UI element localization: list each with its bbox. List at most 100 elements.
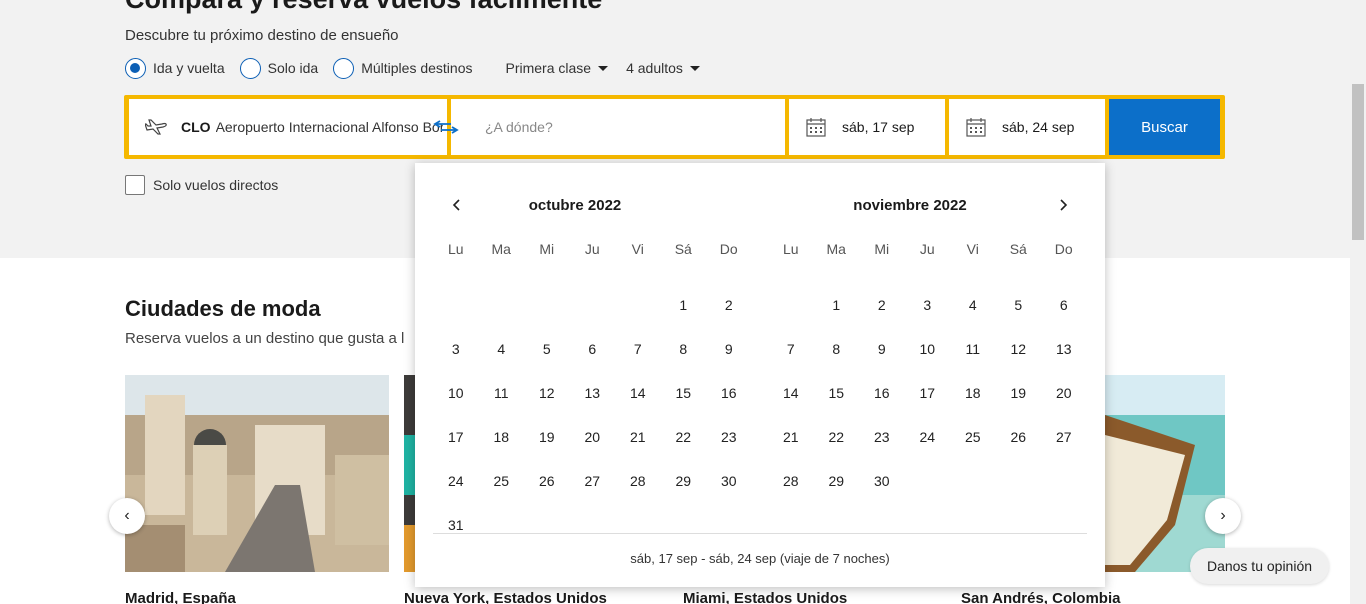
passengers-dropdown[interactable]: 4 adultos — [626, 60, 700, 76]
calendar-day[interactable]: 4 — [950, 283, 996, 327]
radio-label: Ida y vuelta — [153, 60, 225, 76]
calendar-icon — [966, 118, 986, 137]
feedback-button[interactable]: Danos tu opinión — [1190, 548, 1329, 584]
calendar-day[interactable]: 24 — [905, 415, 951, 459]
calendar-day[interactable]: 22 — [814, 415, 860, 459]
destination-field[interactable]: ¿A dónde? — [451, 99, 785, 155]
calendar-day[interactable]: 31 — [433, 503, 479, 547]
calendar-day[interactable]: 5 — [996, 283, 1042, 327]
trip-summary: sáb, 17 sep - sáb, 24 sep (viaje de 7 no… — [630, 551, 890, 566]
calendar-day[interactable]: 27 — [1041, 415, 1087, 459]
carousel-next-button[interactable]: › — [1205, 498, 1241, 534]
calendar-day[interactable]: 1 — [814, 283, 860, 327]
direct-flights-checkbox[interactable] — [125, 175, 145, 195]
calendar-day[interactable]: 21 — [615, 415, 661, 459]
calendar-day[interactable]: 11 — [479, 371, 525, 415]
radio-one-way[interactable]: Solo ida — [239, 57, 319, 79]
calendar-day[interactable]: 6 — [570, 327, 616, 371]
city-label[interactable]: Madrid, España — [125, 590, 236, 604]
city-label[interactable]: Miami, Estados Unidos — [683, 590, 847, 604]
depart-date-field[interactable]: sáb, 17 sep — [789, 99, 945, 155]
calendar-day[interactable]: 17 — [905, 371, 951, 415]
calendar-day[interactable]: 8 — [661, 327, 707, 371]
weekday-label: Do — [1054, 241, 1073, 257]
calendar-day[interactable]: 9 — [859, 327, 905, 371]
calendar-day[interactable]: 14 — [768, 371, 814, 415]
calendar-day[interactable]: 23 — [859, 415, 905, 459]
scrollbar[interactable] — [1350, 0, 1366, 604]
calendar-day[interactable]: 22 — [661, 415, 707, 459]
calendar-day[interactable]: 28 — [615, 459, 661, 503]
calendar-day[interactable]: 29 — [814, 459, 860, 503]
calendar-day[interactable]: 1 — [661, 283, 707, 327]
radio-multi-city[interactable]: Múltiples destinos — [333, 57, 472, 79]
calendar-day[interactable]: 9 — [706, 327, 752, 371]
city-card-sanandres[interactable] — [1105, 375, 1225, 572]
calendar-day[interactable]: 28 — [768, 459, 814, 503]
swap-icon[interactable] — [433, 117, 459, 137]
direct-flights-option[interactable]: Solo vuelos directos — [125, 175, 278, 195]
calendar-day[interactable]: 17 — [433, 415, 479, 459]
calendar-day[interactable]: 14 — [615, 371, 661, 415]
calendar-day[interactable]: 15 — [661, 371, 707, 415]
carousel-prev-button[interactable]: ‹ — [109, 498, 145, 534]
calendar-day[interactable]: 12 — [524, 371, 570, 415]
calendar-day[interactable]: 11 — [950, 327, 996, 371]
calendar-day[interactable]: 30 — [706, 459, 752, 503]
origin-field[interactable]: CLO Aeropuerto Internacional Alfonso Bon… — [129, 99, 447, 155]
city-label[interactable]: San Andrés, Colombia — [961, 590, 1120, 604]
calendar-day[interactable]: 4 — [479, 327, 525, 371]
calendar-day[interactable]: 18 — [950, 371, 996, 415]
calendar-day[interactable]: 3 — [905, 283, 951, 327]
calendar-day[interactable]: 27 — [570, 459, 616, 503]
scrollbar-thumb[interactable] — [1352, 84, 1364, 240]
calendar-day[interactable]: 30 — [859, 459, 905, 503]
calendar-day[interactable]: 20 — [1041, 371, 1087, 415]
cabin-class-dropdown[interactable]: Primera clase — [505, 60, 609, 76]
radio-circle — [239, 57, 261, 79]
calendar-day[interactable]: 16 — [706, 371, 752, 415]
calendar-day[interactable]: 7 — [768, 327, 814, 371]
calendar-day[interactable]: 8 — [814, 327, 860, 371]
calendar-day[interactable]: 5 — [524, 327, 570, 371]
radio-round-trip[interactable]: Ida y vuelta — [125, 57, 225, 79]
weekday-label: Ma — [491, 241, 511, 257]
calendar-day[interactable]: 6 — [1041, 283, 1087, 327]
calendar-day[interactable]: 13 — [570, 371, 616, 415]
search-bar: CLO Aeropuerto Internacional Alfonso Bon… — [124, 95, 1225, 159]
weekday-label: Ju — [919, 241, 935, 257]
calendar-day[interactable]: 23 — [706, 415, 752, 459]
city-card-madrid[interactable] — [125, 375, 389, 572]
calendar-day[interactable]: 15 — [814, 371, 860, 415]
calendar-day[interactable]: 2 — [859, 283, 905, 327]
calendar-day[interactable]: 25 — [950, 415, 996, 459]
return-date-field[interactable]: sáb, 24 sep — [949, 99, 1105, 155]
origin-name: Aeropuerto Internacional Alfonso Bonilla… — [215, 119, 443, 135]
calendar-day[interactable]: 3 — [433, 327, 479, 371]
calendar-day[interactable]: 13 — [1041, 327, 1087, 371]
caret-down-icon — [689, 65, 700, 71]
calendar-day[interactable]: 24 — [433, 459, 479, 503]
calendar-day[interactable]: 26 — [996, 415, 1042, 459]
radio-label: Solo ida — [267, 60, 319, 76]
empty-cell — [433, 283, 479, 327]
calendar-day[interactable]: 16 — [859, 371, 905, 415]
empty-cell — [479, 283, 525, 327]
calendar-day[interactable]: 18 — [479, 415, 525, 459]
calendar-day[interactable]: 21 — [768, 415, 814, 459]
calendar-day[interactable]: 10 — [433, 371, 479, 415]
weekday-label: Mi — [874, 241, 890, 257]
city-label[interactable]: Nueva York, Estados Unidos — [404, 590, 607, 604]
calendar-day[interactable]: 25 — [479, 459, 525, 503]
calendar-day[interactable]: 20 — [570, 415, 616, 459]
calendar-day[interactable]: 29 — [661, 459, 707, 503]
search-button[interactable]: Buscar — [1109, 99, 1220, 155]
calendar-day[interactable]: 10 — [905, 327, 951, 371]
calendar-day[interactable]: 2 — [706, 283, 752, 327]
calendar-day[interactable]: 19 — [524, 415, 570, 459]
trip-options: Ida y vuelta Solo ida Múltiples destinos… — [125, 57, 700, 79]
calendar-day[interactable]: 12 — [996, 327, 1042, 371]
calendar-day[interactable]: 19 — [996, 371, 1042, 415]
calendar-day[interactable]: 7 — [615, 327, 661, 371]
calendar-day[interactable]: 26 — [524, 459, 570, 503]
